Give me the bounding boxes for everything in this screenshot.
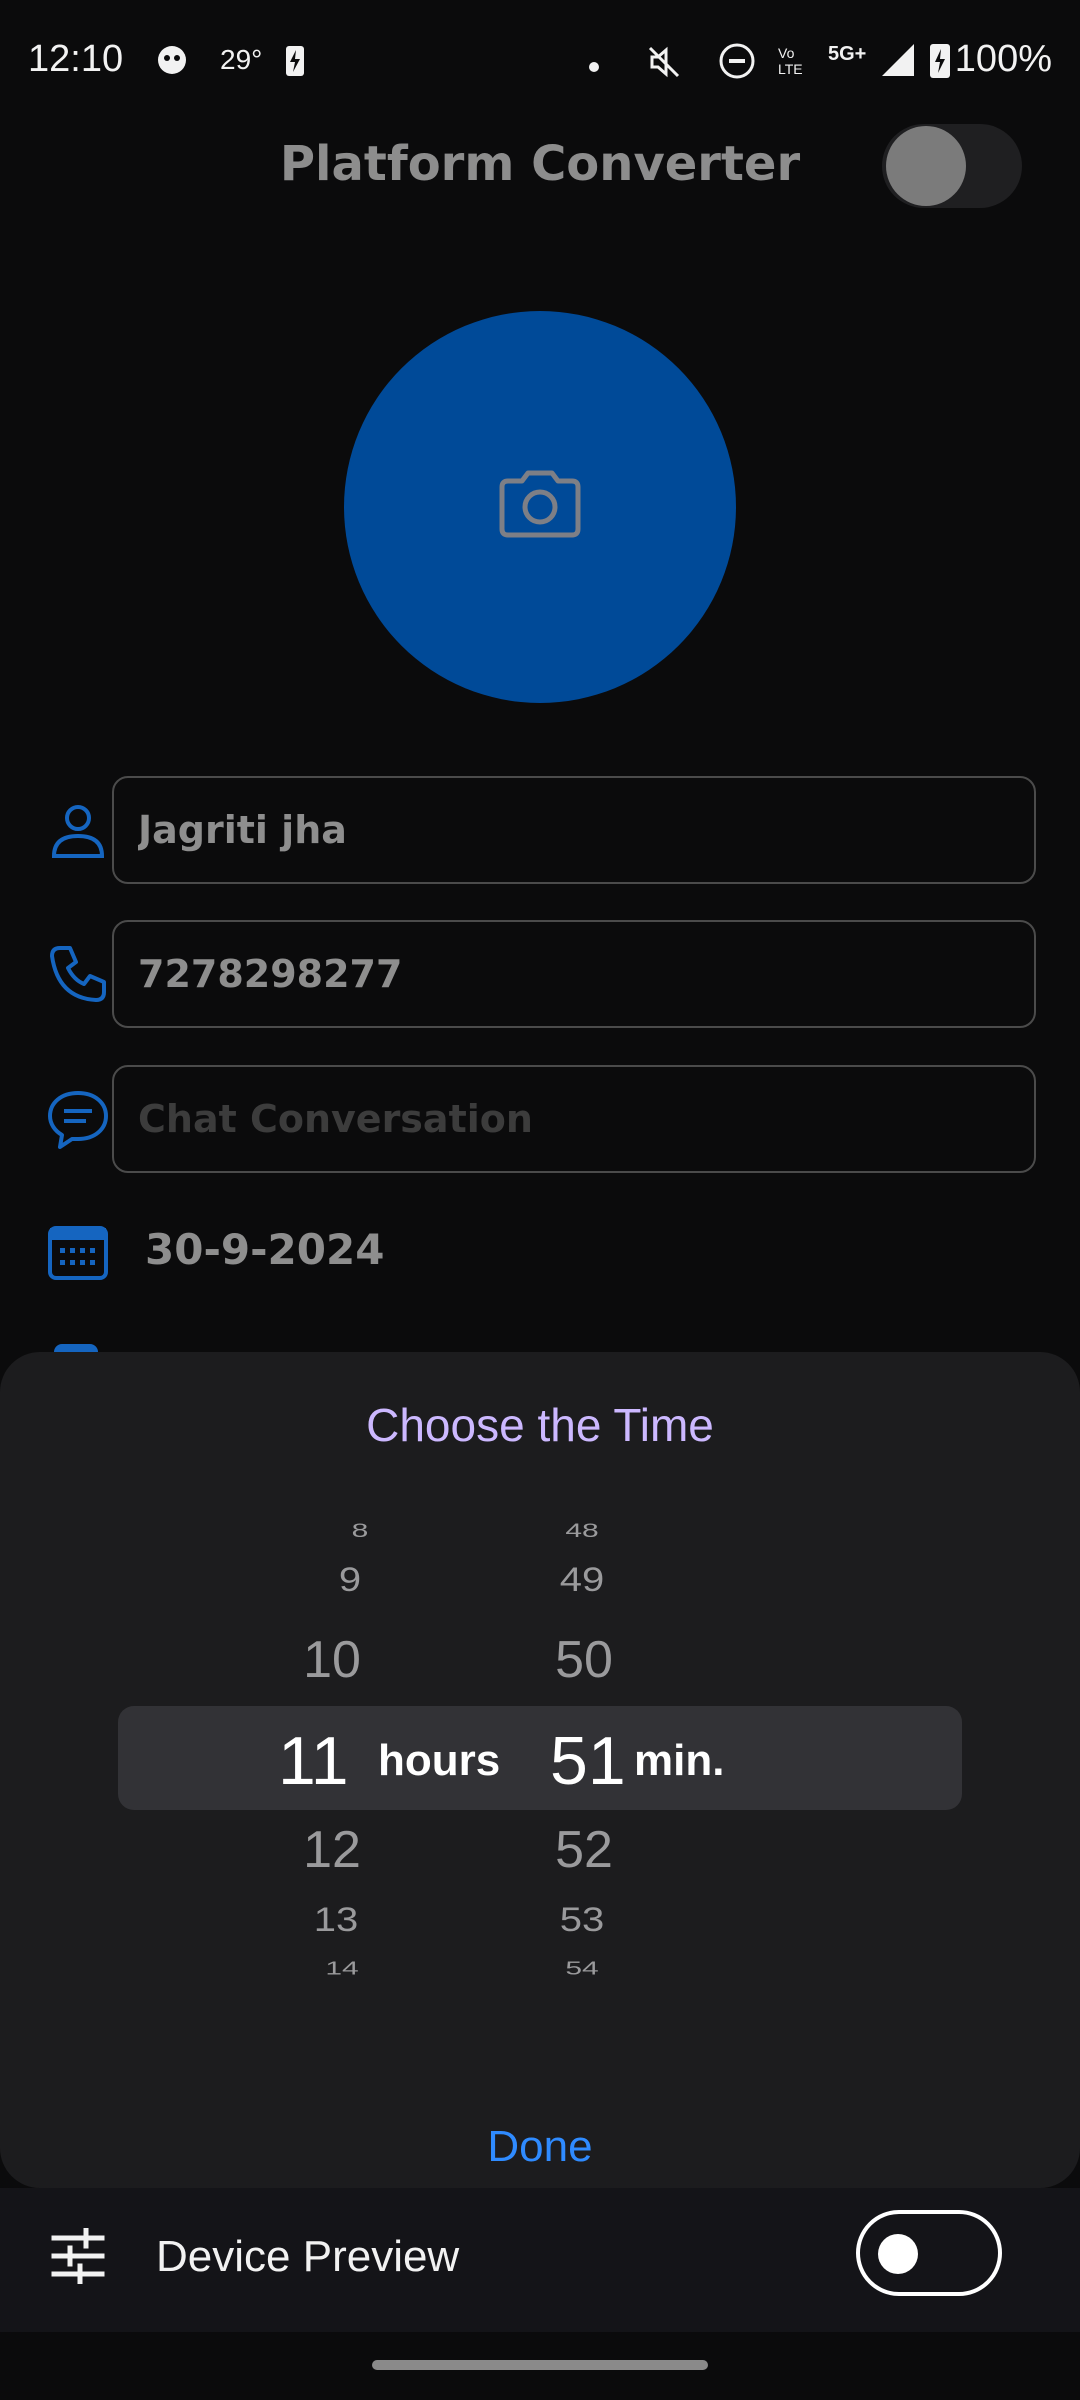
selected-date[interactable]: 30-9-2024 xyxy=(145,1225,384,1274)
time-icon-partial xyxy=(54,1344,98,1352)
camera-icon xyxy=(499,470,581,538)
do-not-disturb-icon xyxy=(718,42,756,84)
switch-knob xyxy=(878,2234,918,2274)
hours-wheel-item[interactable]: 14 xyxy=(292,1959,392,1979)
dot-icon xyxy=(588,58,600,77)
volte-icon: Vo LTE xyxy=(776,44,816,82)
minutes-wheel-item[interactable]: 52 xyxy=(534,1820,634,1880)
battery-percentage: 100% xyxy=(954,38,1052,80)
name-field[interactable] xyxy=(112,776,1036,884)
hours-wheel-item[interactable]: 12 xyxy=(282,1820,382,1880)
done-button[interactable]: Done xyxy=(0,2122,1080,2172)
minutes-wheel-item[interactable]: 48 xyxy=(532,1520,632,1542)
person-icon xyxy=(46,798,110,862)
theme-toggle-switch[interactable] xyxy=(882,124,1022,208)
minutes-unit-label: min. xyxy=(634,1736,725,1785)
calendar-icon[interactable] xyxy=(46,1222,110,1286)
selected-hour[interactable]: 11 xyxy=(278,1722,349,1800)
time-picker-title: Choose the Time xyxy=(366,1399,714,1451)
charging-icon xyxy=(284,42,306,82)
selected-minute[interactable]: 51 xyxy=(550,1722,626,1800)
status-temperature: 29° xyxy=(220,44,263,75)
status-bar: 12:10 29° Vo LTE 5G+ 100% xyxy=(0,0,1080,128)
app-notification-icon xyxy=(154,42,190,82)
status-time: 12:10 xyxy=(28,38,124,80)
phone-field[interactable] xyxy=(112,920,1036,1028)
minutes-wheel-item[interactable]: 50 xyxy=(534,1630,634,1690)
minutes-wheel-item[interactable]: 49 xyxy=(532,1561,632,1599)
svg-text:5G+: 5G+ xyxy=(828,43,866,65)
phone-icon xyxy=(46,942,110,1006)
svg-text:Vo: Vo xyxy=(778,45,795,61)
hours-wheel-item[interactable]: 8 xyxy=(310,1520,410,1542)
minutes-wheel-item[interactable]: 53 xyxy=(532,1901,632,1939)
hours-wheel-item[interactable]: 10 xyxy=(282,1630,382,1690)
home-indicator[interactable] xyxy=(372,2360,708,2370)
device-preview-toggle[interactable] xyxy=(856,2210,1002,2296)
chat-input[interactable] xyxy=(136,1096,1034,1142)
profile-photo-picker[interactable] xyxy=(344,311,736,703)
device-preview-bar: Device Preview xyxy=(0,2188,1080,2332)
minutes-wheel-item[interactable]: 54 xyxy=(532,1959,632,1979)
battery-icon xyxy=(928,40,952,84)
chat-field[interactable] xyxy=(112,1065,1036,1173)
hours-wheel-item[interactable]: 9 xyxy=(300,1561,400,1599)
selection-highlight xyxy=(118,1706,962,1810)
svg-text:LTE: LTE xyxy=(778,61,803,77)
name-input[interactable] xyxy=(136,807,1034,853)
switch-knob xyxy=(886,126,966,206)
network-5g-icon: 5G+ xyxy=(826,40,876,84)
hours-unit-label: hours xyxy=(378,1736,501,1785)
device-preview-label: Device Preview xyxy=(156,2232,460,2281)
time-picker-sheet: Choose the Time 8 9 10 11 12 13 14 hours… xyxy=(0,1352,1080,2188)
hours-wheel-item[interactable]: 13 xyxy=(286,1901,386,1939)
tune-icon[interactable] xyxy=(50,2227,106,2288)
signal-icon xyxy=(880,42,916,82)
mute-icon xyxy=(644,42,684,86)
phone-input[interactable] xyxy=(136,951,1034,997)
chat-icon xyxy=(46,1087,110,1151)
